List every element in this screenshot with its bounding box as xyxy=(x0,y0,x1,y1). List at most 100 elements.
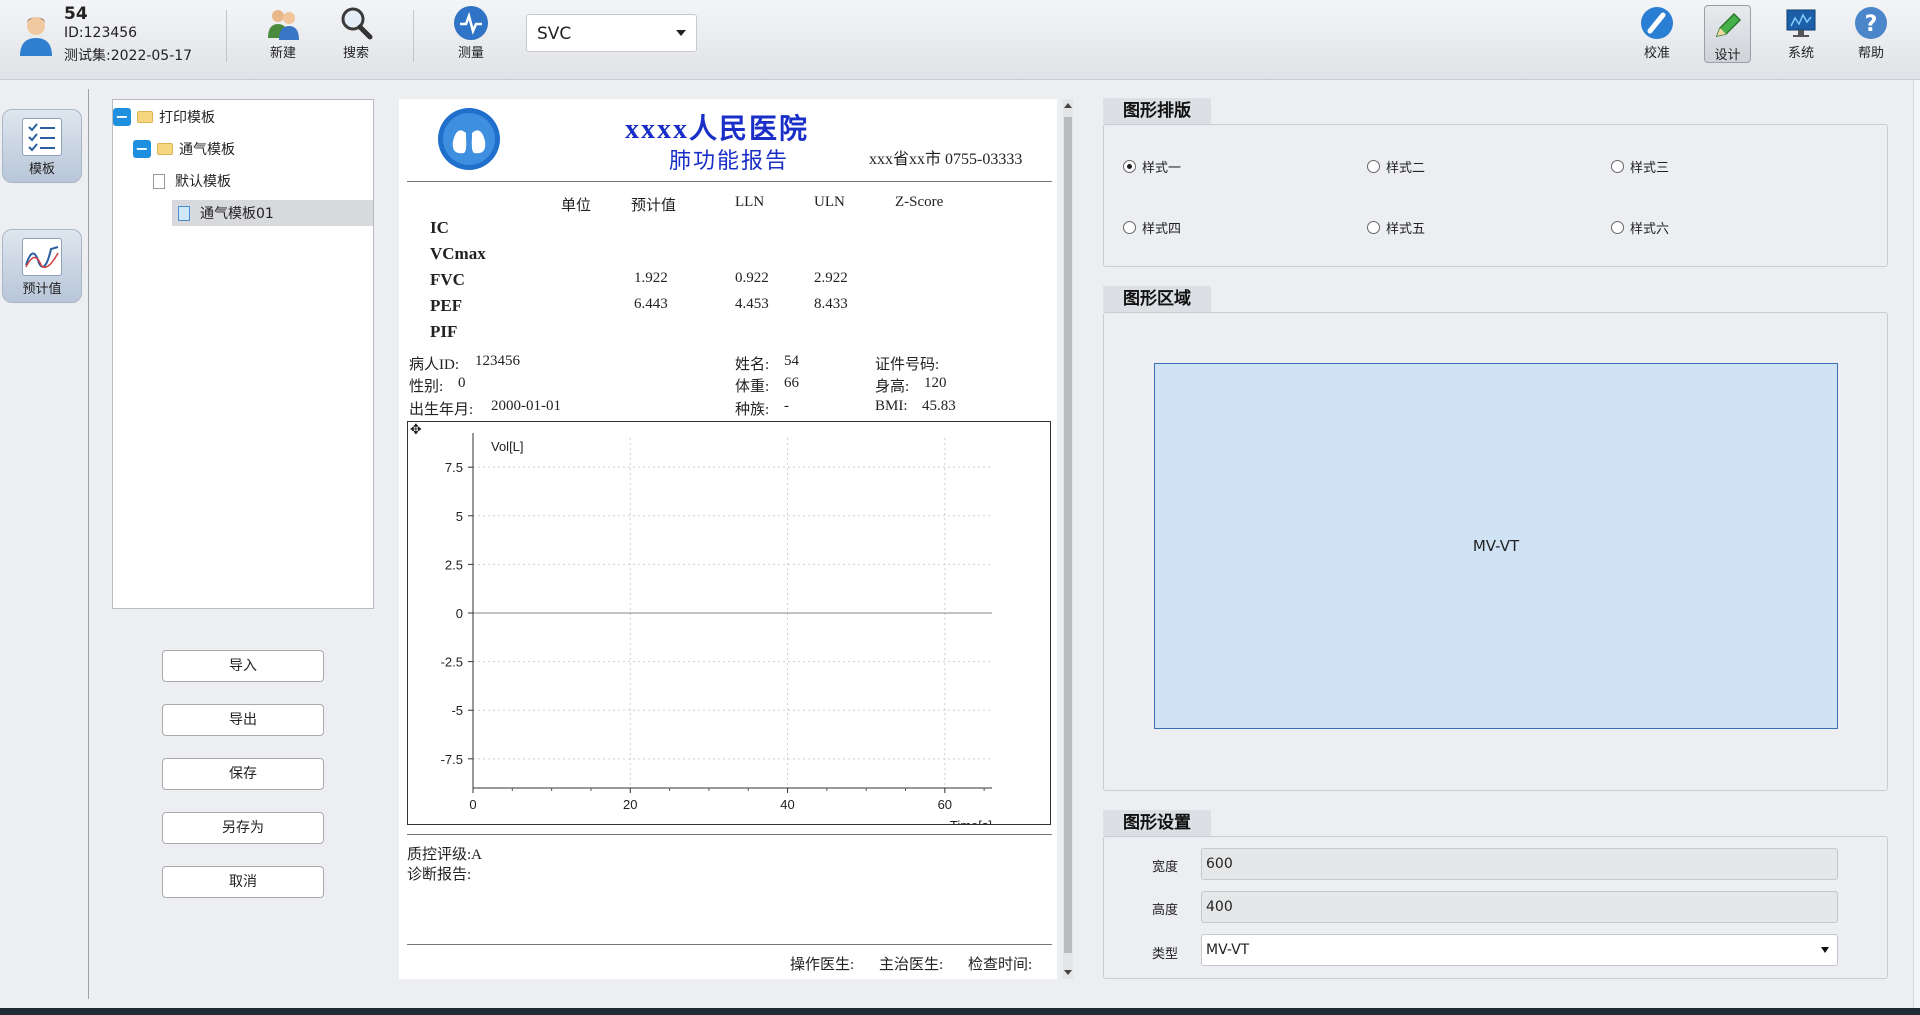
folder-icon xyxy=(137,111,153,123)
tree-file-item[interactable]: 默认模板 xyxy=(153,168,231,194)
help-button[interactable]: ? 帮助 xyxy=(1841,6,1901,64)
height-label: 高度 xyxy=(1152,903,1179,918)
collapse-icon[interactable]: − xyxy=(113,108,131,126)
param-lln: 4.453 xyxy=(735,296,769,312)
lung-logo-icon xyxy=(437,107,501,171)
hospital-title: xxxx人民医院 xyxy=(625,114,810,145)
layout-style-radio[interactable]: 样式五 xyxy=(1367,218,1425,237)
export-button[interactable]: 导出 xyxy=(162,704,324,736)
patient-cert-label: 证件号码: xyxy=(875,357,940,373)
new-label: 新建 xyxy=(269,46,296,61)
system-label: 系统 xyxy=(1787,46,1814,61)
type-select[interactable]: MV-VT xyxy=(1201,934,1838,966)
import-button[interactable]: 导入 xyxy=(162,650,324,682)
column-header: Z-Score xyxy=(895,194,944,210)
layout-section-title: 图形排版 xyxy=(1103,98,1211,124)
patient-height-value: 120 xyxy=(924,375,947,391)
y-tick-label: -5 xyxy=(451,703,463,718)
height-field[interactable]: 400 xyxy=(1201,891,1838,923)
save-button[interactable]: 保存 xyxy=(162,758,324,790)
patient-id-value: 123456 xyxy=(475,353,520,369)
measure-label: 测量 xyxy=(457,46,484,61)
toolbar-divider xyxy=(413,10,414,62)
document-icon xyxy=(153,173,165,189)
test-date: 测试集:2022-05-17 xyxy=(64,48,193,64)
document-icon xyxy=(178,205,190,221)
radio-label: 样式四 xyxy=(1142,222,1182,237)
param-param: PIF xyxy=(430,322,458,341)
mode-select[interactable]: SVC xyxy=(526,14,697,52)
patient-bmi-value: 45.83 xyxy=(922,398,956,414)
column-header: LLN xyxy=(735,194,765,210)
y-tick-label: -2.5 xyxy=(441,655,463,670)
cancel-button[interactable]: 取消 xyxy=(162,866,324,898)
measure-button[interactable]: 测量 xyxy=(441,6,501,64)
scroll-down-icon[interactable] xyxy=(1064,970,1072,975)
radio-indicator[interactable] xyxy=(1367,160,1380,173)
patient-sex-label: 性别: xyxy=(409,379,444,395)
layout-style-radio[interactable]: 样式二 xyxy=(1367,157,1425,176)
search-icon xyxy=(339,6,373,40)
layout-style-radio[interactable]: 样式一 xyxy=(1123,157,1181,176)
scroll-up-icon[interactable] xyxy=(1064,103,1072,108)
save-as-button[interactable]: 另存为 xyxy=(162,812,324,844)
tree-item-label: 通气模板 xyxy=(179,142,235,158)
radio-indicator[interactable] xyxy=(1611,160,1624,173)
param-param: FVC xyxy=(430,270,465,289)
system-button[interactable]: 系统 xyxy=(1771,6,1831,64)
nav-predicted-button[interactable]: 预计值 xyxy=(2,229,82,303)
help-icon: ? xyxy=(1854,6,1888,40)
help-label: 帮助 xyxy=(1857,46,1884,61)
mode-select-value: SVC xyxy=(537,24,572,44)
patient-sex-value: 0 xyxy=(458,375,466,391)
radio-indicator[interactable] xyxy=(1123,221,1136,234)
patient-dob-label: 出生年月: xyxy=(409,402,474,418)
patient-race-value: - xyxy=(784,398,789,414)
chart-area-box[interactable]: MV-VT xyxy=(1154,363,1838,729)
search-button[interactable]: 搜索 xyxy=(326,6,386,64)
report-scrollbar[interactable] xyxy=(1063,99,1073,979)
nav-template-label: 模板 xyxy=(28,162,55,177)
folder-icon xyxy=(157,143,173,155)
radio-indicator[interactable] xyxy=(1611,221,1624,234)
calibrate-button[interactable]: 校准 xyxy=(1627,6,1687,64)
user-avatar xyxy=(18,14,54,56)
design-pencil-icon xyxy=(1711,8,1745,42)
layout-style-radio[interactable]: 样式三 xyxy=(1611,157,1669,176)
exam-time-label: 检查时间: xyxy=(968,957,1033,973)
radio-label: 样式五 xyxy=(1386,222,1426,237)
x-tick-label: 20 xyxy=(623,797,637,812)
x-tick-label: 60 xyxy=(938,797,952,812)
radio-indicator[interactable] xyxy=(1367,221,1380,234)
radio-indicator[interactable] xyxy=(1123,160,1136,173)
column-header: ULN xyxy=(814,194,845,210)
layout-style-radio[interactable]: 样式六 xyxy=(1611,218,1669,237)
patient-name-value: 54 xyxy=(784,353,799,369)
collapse-icon[interactable]: − xyxy=(133,140,151,158)
x-axis-label: Time[s] xyxy=(950,818,992,825)
column-header: 预计值 xyxy=(631,198,677,214)
top-toolbar: 54 ID:123456 测试集:2022-05-17 新建 搜索 测量 SVC… xyxy=(0,0,1920,80)
param-lln: 0.922 xyxy=(735,270,769,286)
nav-predicted-label: 预计值 xyxy=(22,282,62,297)
width-label: 宽度 xyxy=(1152,860,1179,875)
nav-template-button[interactable]: 模板 xyxy=(2,109,82,183)
tree-file-item[interactable]: 通气模板01 xyxy=(172,200,373,226)
tree-item-label: 打印模板 xyxy=(159,110,215,126)
patient-race-label: 种族: xyxy=(735,402,770,418)
search-label: 搜索 xyxy=(342,46,369,61)
design-button[interactable]: 设计 xyxy=(1704,5,1751,63)
patient-name-label: 姓名: xyxy=(735,357,770,373)
tree-folder-item[interactable]: − 通气模板 xyxy=(133,136,235,162)
chevron-down-icon xyxy=(1821,947,1829,953)
width-field[interactable]: 600 xyxy=(1201,848,1838,880)
new-button[interactable]: 新建 xyxy=(253,6,313,64)
tree-folder-item[interactable]: − 打印模板 xyxy=(113,104,215,130)
layout-style-radio[interactable]: 样式四 xyxy=(1123,218,1181,237)
layout-style-group xyxy=(1103,124,1888,267)
scroll-thumb[interactable] xyxy=(1064,117,1072,953)
report-preview: xxxx人民医院 肺功能报告 xxx省xx市 0755-03333 单位 预计值 L… xyxy=(399,99,1057,979)
user-id: ID:123456 xyxy=(64,25,138,41)
radio-label: 样式一 xyxy=(1142,161,1182,176)
monitor-icon xyxy=(1784,6,1818,40)
